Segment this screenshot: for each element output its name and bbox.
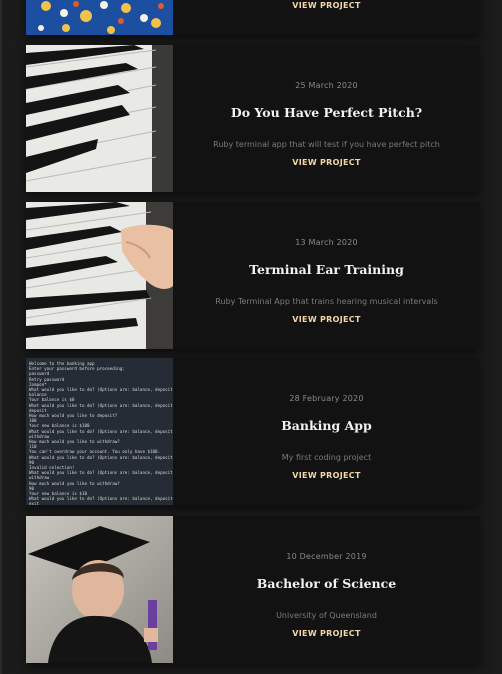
view-project-link[interactable]: VIEW PROJECT bbox=[173, 315, 480, 324]
card-content: 25 March 2020 Do You Have Perfect Pitch?… bbox=[173, 45, 480, 192]
project-thumbnail-graduation-photo bbox=[26, 516, 173, 663]
project-date: 28 February 2020 bbox=[289, 394, 364, 403]
scrollbar[interactable] bbox=[494, 0, 502, 674]
card-content: 13 March 2020 Terminal Ear Training Ruby… bbox=[173, 202, 480, 349]
terminal-line: You can't overdraw your account. You onl… bbox=[29, 449, 161, 455]
view-project-link[interactable]: VIEW PROJECT bbox=[173, 471, 480, 480]
project-card: 10 December 2019 Bachelor of Science Uni… bbox=[26, 516, 480, 663]
project-thumbnail-terminal: Welcome to the banking app Enter your pa… bbox=[26, 358, 173, 505]
terminal-line: What would you like to do? (Options are:… bbox=[29, 402, 173, 408]
view-project-link[interactable]: VIEW PROJECT bbox=[173, 629, 480, 638]
card-content: 28 February 2020 Banking App My first co… bbox=[173, 358, 480, 505]
project-card: 25 March 2020 Do You Have Perfect Pitch?… bbox=[26, 45, 480, 192]
card-content: 10 December 2019 Bachelor of Science Uni… bbox=[173, 516, 480, 663]
terminal-line: What would you like to do? (Options are:… bbox=[29, 470, 173, 476]
project-description: My first coding project bbox=[281, 453, 372, 462]
project-thumbnail-floral bbox=[26, 0, 173, 35]
project-date: 10 December 2019 bbox=[286, 552, 367, 561]
project-description: Ruby Terminal App that trains hearing mu… bbox=[215, 297, 438, 306]
project-title: Do You Have Perfect Pitch? bbox=[230, 105, 423, 120]
project-title: Terminal Ear Training bbox=[249, 262, 404, 277]
project-card: VIEW PROJECT bbox=[26, 0, 480, 35]
view-project-link[interactable]: VIEW PROJECT bbox=[173, 158, 480, 167]
card-content: VIEW PROJECT bbox=[173, 0, 480, 35]
terminal-line: What would you like to do? (Options are:… bbox=[29, 428, 173, 434]
project-date: 13 March 2020 bbox=[295, 238, 358, 247]
project-thumbnail-hand-on-piano bbox=[26, 202, 173, 349]
terminal-line: exit bbox=[29, 501, 40, 505]
project-thumbnail-piano-keys bbox=[26, 45, 173, 192]
terminal-line: What would you like to do? (Options are:… bbox=[29, 496, 173, 502]
project-card: 13 March 2020 Terminal Ear Training Ruby… bbox=[26, 202, 480, 349]
project-card: Welcome to the banking app Enter your pa… bbox=[26, 358, 480, 505]
project-title: Banking App bbox=[281, 418, 372, 433]
project-description: University of Queensland bbox=[276, 611, 377, 620]
view-project-link[interactable]: VIEW PROJECT bbox=[173, 1, 480, 10]
project-title: Bachelor of Science bbox=[256, 576, 397, 591]
terminal-line: What would you like to do? (Options are:… bbox=[29, 454, 173, 460]
project-date: 25 March 2020 bbox=[295, 81, 358, 90]
terminal-line: What would you like to do? (Options are:… bbox=[29, 387, 173, 393]
project-description: Ruby terminal app that will test if you … bbox=[213, 140, 440, 149]
